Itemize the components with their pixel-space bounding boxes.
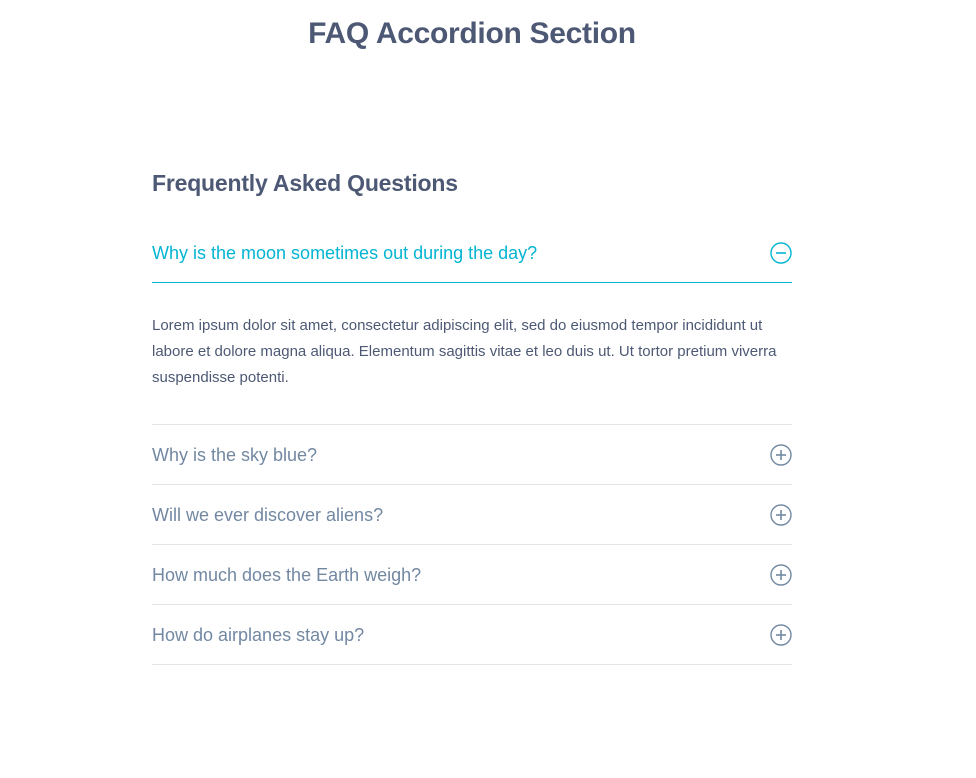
faq-heading: Frequently Asked Questions: [152, 170, 458, 196]
faq-item-earth: How much does the Earth weigh?: [152, 545, 792, 605]
plus-circle-icon: [770, 623, 792, 646]
faq-item-moon: Why is the moon sometimes out during the…: [152, 224, 792, 425]
faq-question-sky-button[interactable]: Why is the sky blue?: [152, 425, 792, 484]
faq-item-sky: Why is the sky blue?: [152, 425, 792, 485]
page-title: FAQ Accordion Section: [308, 17, 636, 50]
faq-question-text: How do airplanes stay up?: [152, 624, 365, 645]
faq-question-text: Why is the moon sometimes out during the…: [152, 243, 538, 263]
faq-answer-text: Lorem ipsum dolor sit amet, consectetur …: [152, 317, 777, 386]
plus-circle-icon: [770, 503, 792, 526]
minus-circle-icon: [770, 242, 792, 264]
faq-answer-moon: Lorem ipsum dolor sit amet, consectetur …: [152, 283, 792, 424]
faq-question-aliens-button[interactable]: Will we ever discover aliens?: [152, 485, 792, 544]
faq-question-text: How much does the Earth weigh?: [152, 564, 422, 585]
plus-circle-icon: [770, 443, 792, 466]
faq-question-text: Why is the sky blue?: [152, 444, 318, 465]
faq-question-text: Will we ever discover aliens?: [152, 504, 384, 525]
faq-question-moon-button[interactable]: Why is the moon sometimes out during the…: [152, 224, 792, 283]
faq-section: Frequently Asked Questions Why is the mo…: [152, 165, 792, 665]
faq-question-earth-button[interactable]: How much does the Earth weigh?: [152, 545, 792, 604]
faq-item-aliens: Will we ever discover aliens?: [152, 485, 792, 545]
plus-circle-icon: [770, 563, 792, 586]
faq-item-airplanes: How do airplanes stay up?: [152, 605, 792, 665]
faq-question-airplanes-button[interactable]: How do airplanes stay up?: [152, 605, 792, 664]
faq-accordion: Why is the moon sometimes out during the…: [152, 224, 792, 665]
